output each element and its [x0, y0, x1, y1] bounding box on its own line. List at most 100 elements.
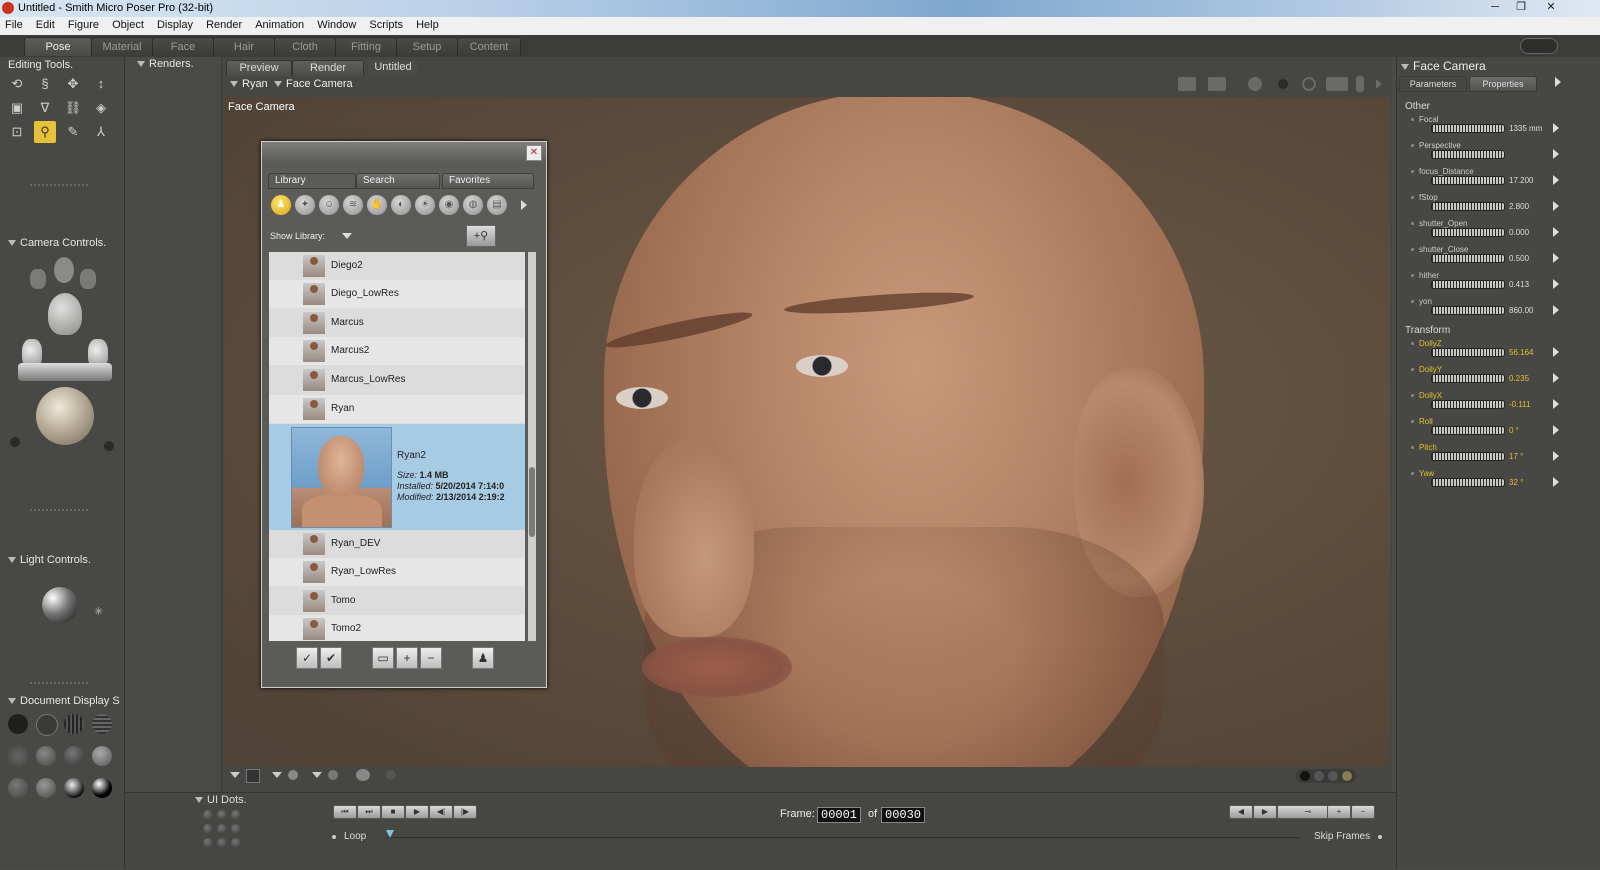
- tab-favorites[interactable]: Favorites: [442, 173, 534, 189]
- morph-brush-icon[interactable]: ✎: [62, 121, 84, 143]
- tab-hair[interactable]: Hair: [213, 37, 275, 56]
- dial[interactable]: [1431, 124, 1505, 133]
- param-shutter-close[interactable]: shutter_Close 0.500: [1405, 245, 1595, 271]
- total-frames-input[interactable]: 00030: [881, 807, 926, 823]
- chain-break-icon[interactable]: ⛓: [62, 97, 84, 119]
- current-frame-input[interactable]: 00001: [817, 807, 862, 823]
- menu-object[interactable]: Object: [107, 17, 149, 33]
- group-other[interactable]: Other: [1405, 101, 1430, 112]
- viewport-more-icon[interactable]: [1376, 79, 1382, 89]
- list-item[interactable]: Marcus2: [269, 337, 525, 365]
- param-arrow-icon[interactable]: [1553, 451, 1559, 461]
- param-shutter-open[interactable]: shutter_Open 0.000: [1405, 219, 1595, 245]
- preview-dot-icon[interactable]: [1328, 771, 1338, 781]
- display-wireframe-icon[interactable]: [64, 714, 84, 734]
- tab-pose[interactable]: Pose: [24, 37, 92, 56]
- ui-dot-icon[interactable]: [217, 810, 227, 820]
- skip-frames-radio[interactable]: [1378, 835, 1382, 839]
- param-arrow-icon[interactable]: [1553, 373, 1559, 383]
- parameters-menu-icon[interactable]: [1555, 77, 1561, 87]
- param-arrow-icon[interactable]: [1553, 227, 1559, 237]
- camera-select[interactable]: Face Camera: [274, 78, 353, 90]
- display-flat-shaded-icon[interactable]: [36, 746, 56, 766]
- library-close-icon[interactable]: ✕: [526, 145, 542, 161]
- shadow-color-icon[interactable]: [356, 769, 370, 781]
- figure-select[interactable]: Ryan: [230, 78, 268, 90]
- remove-keyframe-icon[interactable]: −: [1351, 805, 1375, 819]
- new-folder-icon[interactable]: ▭: [372, 647, 394, 669]
- tab-render[interactable]: Render: [292, 60, 364, 76]
- display-style-dropdown-icon[interactable]: [230, 772, 240, 778]
- show-library-dropdown-icon[interactable]: [342, 233, 352, 239]
- remove-item-icon[interactable]: −: [420, 647, 442, 669]
- tab-material[interactable]: Material: [91, 37, 153, 56]
- go-to-end-icon[interactable]: ⏭: [357, 805, 381, 819]
- ui-dot-icon[interactable]: [231, 824, 241, 834]
- list-item[interactable]: Ryan_LowRes: [269, 558, 525, 586]
- light-sun-icon[interactable]: ✳: [94, 605, 103, 618]
- cameras-category-icon[interactable]: ◉: [439, 195, 459, 215]
- tab-face[interactable]: Face: [152, 37, 214, 56]
- expressions-category-icon[interactable]: ☺: [319, 195, 339, 215]
- go-to-start-icon[interactable]: ⏮: [333, 805, 357, 819]
- add-to-scene-icon[interactable]: ✔: [320, 647, 342, 669]
- scrollbar-thumb[interactable]: [529, 467, 535, 537]
- play-icon[interactable]: ▶: [405, 805, 429, 819]
- menu-window[interactable]: Window: [312, 17, 361, 33]
- param-arrow-icon[interactable]: [1553, 347, 1559, 357]
- display-lit-wireframe-icon[interactable]: [8, 746, 28, 766]
- menu-display[interactable]: Display: [152, 17, 198, 33]
- foreground-color-icon[interactable]: [328, 770, 338, 780]
- list-item[interactable]: Tomo2: [269, 615, 525, 641]
- tab-parameters[interactable]: Parameters: [1399, 76, 1467, 92]
- scale-tool-icon[interactable]: ▣: [6, 97, 28, 119]
- dial[interactable]: [1431, 452, 1505, 461]
- param-perspective[interactable]: Perspective: [1405, 141, 1595, 167]
- layout-icon[interactable]: [1208, 77, 1226, 91]
- menu-figure[interactable]: Figure: [63, 17, 104, 33]
- tab-setup[interactable]: Setup: [396, 37, 458, 56]
- param-yon[interactable]: yon 860.00: [1405, 297, 1595, 323]
- favorite-icon[interactable]: ♟: [472, 647, 494, 669]
- timeline-track[interactable]: [387, 837, 1299, 838]
- translate-in-out-icon[interactable]: ↕: [90, 73, 112, 95]
- list-item[interactable]: Diego_LowRes: [269, 280, 525, 308]
- param-focal[interactable]: Focal 1335 mm: [1405, 115, 1595, 141]
- display-cartoon-icon[interactable]: [92, 746, 112, 766]
- list-item[interactable]: Tomo: [269, 587, 525, 615]
- dial[interactable]: [1431, 374, 1505, 383]
- library-scrollbar[interactable]: [528, 252, 536, 641]
- param-arrow-icon[interactable]: [1553, 279, 1559, 289]
- display-texture-shaded-icon[interactable]: [92, 778, 112, 798]
- dial[interactable]: [1431, 400, 1505, 409]
- menu-render[interactable]: Render: [201, 17, 247, 33]
- camera-icon[interactable]: [1178, 77, 1196, 91]
- display-smooth-shaded-icon[interactable]: [36, 778, 56, 798]
- help-toggle[interactable]: [1520, 38, 1558, 54]
- camera-head-icon[interactable]: [48, 293, 82, 335]
- preview-dot-icon[interactable]: [1342, 771, 1352, 781]
- tab-cloth[interactable]: Cloth: [274, 37, 336, 56]
- lights-category-icon[interactable]: ☀: [415, 195, 435, 215]
- list-item-selected[interactable]: Ryan2 Size: 1.4 MB Installed: 5/20/2014 …: [269, 424, 525, 530]
- param-arrow-icon[interactable]: [1553, 175, 1559, 185]
- menu-scripts[interactable]: Scripts: [364, 17, 408, 33]
- tab-properties[interactable]: Properties: [1469, 76, 1537, 92]
- param-yaw[interactable]: Yaw 32 °: [1405, 469, 1595, 495]
- param-arrow-icon[interactable]: [1553, 399, 1559, 409]
- zoom-icon[interactable]: [1356, 76, 1364, 92]
- more-categories-icon[interactable]: [521, 200, 527, 210]
- add-keyframe-icon[interactable]: +: [1327, 805, 1351, 819]
- color-dropdown-icon[interactable]: [272, 772, 282, 778]
- display-style-icon[interactable]: [246, 769, 260, 783]
- param-arrow-icon[interactable]: [1553, 305, 1559, 315]
- foreground-dropdown-icon[interactable]: [312, 772, 322, 778]
- param-arrow-icon[interactable]: [1553, 425, 1559, 435]
- grouping-tool-icon[interactable]: ⊡: [6, 121, 28, 143]
- view-magnifier-icon[interactable]: ⚲: [34, 121, 56, 143]
- tab-content[interactable]: Content: [457, 37, 521, 56]
- group-transform[interactable]: Transform: [1405, 325, 1450, 336]
- preview-dot-icon[interactable]: [1300, 771, 1310, 781]
- param-arrow-icon[interactable]: [1553, 201, 1559, 211]
- dial[interactable]: [1431, 348, 1505, 357]
